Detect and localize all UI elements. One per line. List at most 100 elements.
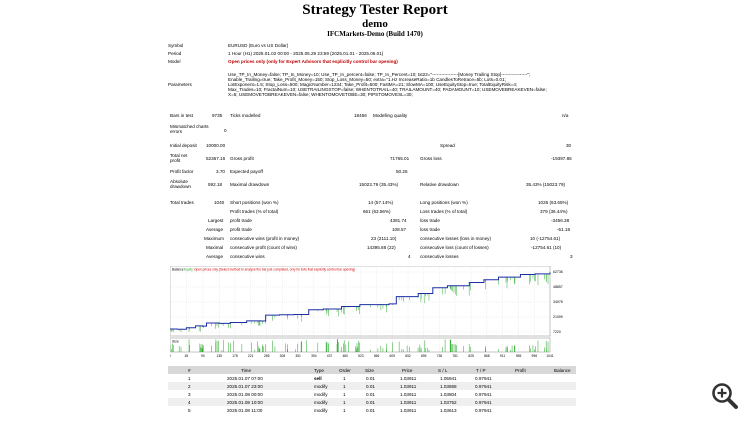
x-tick-label: 998	[532, 354, 538, 358]
table-cell: 0.97941	[475, 375, 492, 381]
x-tick-label: 911	[500, 354, 505, 358]
avg-wins-label: consecutive wins	[230, 254, 265, 259]
parameters-row: Parameters Use_TP_In_Money=false; TP_In_…	[168, 68, 576, 104]
x-tick-label: 868	[484, 354, 490, 358]
table-cell: 0.01	[366, 407, 375, 413]
gross-loss-value: -19397.86	[551, 156, 572, 161]
deposit-label: Initial deposit	[170, 143, 197, 148]
ticks-value: 18466	[354, 113, 367, 118]
max-wins-label: consecutive wins (profit in money)	[230, 236, 300, 241]
maxl-loss-value: -12754.61 (10)	[531, 245, 562, 250]
loss-trades-value: 379 (36.44%)	[540, 209, 568, 214]
parameters-line: X=5; USEMOVETOBREAKEVEN=false; WHENTOMOV…	[228, 92, 413, 98]
expected-payoff-value: 50.25	[396, 169, 408, 174]
expected-payoff-label: Expected payoff	[230, 169, 263, 174]
avg-losses-label: consecutive losses	[420, 254, 459, 259]
largest-loss-value: -3456.38	[551, 218, 570, 223]
legend-model: Open prices only (Select method to analy…	[194, 268, 355, 272]
y-tick-label: 21099	[553, 315, 563, 319]
legend-balance: Balance	[172, 268, 184, 272]
broker-name: IFCMarkets-Demo (Build 1470)	[327, 30, 423, 38]
x-tick-label: 351	[295, 354, 301, 358]
drawdown-row: Absolute drawdown 592.18 Maximal drawdow…	[168, 179, 576, 191]
max-dd-value: 15023.79 (35.43%)	[359, 182, 399, 187]
table-cell: 2025.01.07 07:00	[227, 375, 263, 381]
table-row: 3 2025.01.08 00:00 modify 1 0.01 1.03911 1.038…	[168, 390, 576, 398]
table-cell: 1.03911	[400, 407, 417, 413]
table-row: 5 2025.01.08 11:00 modify 1 0.01 1.03911 1.036…	[168, 406, 576, 414]
x-tick-label: 781	[452, 354, 458, 358]
total-trades-label: Total trades	[170, 200, 194, 205]
table-cell: 3	[188, 391, 191, 397]
table-cell: modify	[314, 383, 328, 389]
maxl-profit-value: 14395.88 (22)	[367, 245, 396, 250]
table-cell: 5	[188, 407, 191, 413]
table-cell: 1.03911	[400, 375, 417, 381]
x-tick-label: 0	[170, 354, 171, 358]
header-cell: Balance	[554, 367, 571, 373]
x-tick-label: 437	[327, 354, 333, 358]
quality-value: n/a	[562, 113, 569, 118]
x-tick-label: 566	[374, 354, 380, 358]
maximum-label: Maximum	[204, 236, 224, 241]
largest-label: Largest	[208, 218, 224, 223]
x-tick-label: 1041	[546, 354, 554, 358]
rel-dd-label: Relative drawdown	[420, 182, 459, 187]
average2-label: Average	[206, 254, 224, 259]
x-tick-label: 45	[185, 354, 189, 358]
deposit-value: 10000.00	[206, 143, 226, 148]
table-cell: 1	[343, 375, 346, 381]
profit-trades-row: Profit trades (% of total) 661 (63.56%) …	[168, 209, 576, 215]
balance-chart: 62736 48857 34978 21099 7220 0 45 90 135 178 221 2…	[170, 266, 563, 358]
table-cell: 1	[343, 407, 346, 413]
max-losses-label: consecutive losses (loss in money)	[420, 236, 491, 241]
avg-profit-value: 108.57	[392, 227, 407, 232]
table-cell: 0.97941	[475, 407, 492, 413]
x-tick-label: 825	[468, 354, 474, 358]
legend-equity: Equity	[184, 268, 193, 272]
max-wins-value: 23 (2111.10)	[371, 236, 397, 241]
table-cell: 1.03911	[400, 399, 417, 405]
short-label: Short positions (won %)	[230, 200, 279, 205]
gross-profit-value: 71765.01	[390, 156, 410, 161]
avg-losses-value: 3	[570, 254, 573, 259]
short-value: 14 (57.14%)	[368, 200, 394, 205]
profit-trades-value: 661 (63.56%)	[363, 209, 391, 214]
maximal-row: Maximal consecutive profit (count of win…	[168, 245, 576, 251]
table-cell: 2025.01.08 00:00	[227, 391, 263, 397]
header-cell: Order	[339, 367, 351, 373]
table-cell: 2	[188, 383, 191, 389]
net-profit-row: Total net profit 52367.16 Gross profit 7…	[168, 153, 576, 165]
table-cell: sell	[314, 375, 322, 381]
table-cell: 2025.01.07 23:00	[227, 383, 263, 389]
x-tick-label: 652	[405, 354, 411, 358]
setting-label: Period	[168, 51, 182, 57]
setting-label: Model	[168, 59, 181, 65]
size-area	[170, 337, 551, 353]
total-trades-value: 1040	[214, 200, 225, 205]
trades-table: # Time Type Order Size Price S / L T / P…	[168, 366, 576, 414]
largest-profit-label: profit trade	[230, 218, 252, 223]
table-cell: 0.97941	[475, 391, 492, 397]
results-section: Bars in test 9735 Ticks modelled 18466 M…	[168, 113, 576, 263]
report-title: Strategy Tester Report	[302, 2, 448, 18]
header-cell: Price	[402, 367, 413, 373]
table-row: 1 2025.01.07 07:00 sell 1 0.01 1.03911 1.05941…	[168, 374, 576, 382]
mismatch-row: Mismatched charts errors 0	[168, 124, 576, 136]
table-cell: 1.03911	[400, 383, 417, 389]
table-cell: 2025.01.08 10:00	[227, 399, 263, 405]
total-trades-row: Total trades 1040 Short positions (won %…	[168, 200, 576, 206]
mismatch-value: 0	[224, 128, 227, 133]
x-tick-label: 265	[264, 354, 270, 358]
header-cell: Time	[241, 367, 252, 373]
maxl-loss-label: consecutive loss (count of losses)	[420, 245, 489, 250]
zoom-in-icon[interactable]	[710, 381, 740, 411]
bars-value: 9735	[212, 113, 223, 118]
plot-area	[170, 266, 551, 337]
x-tick-labels: 0 45 90 135 178 221 265 308 351 394 437 480 523 566 60…	[170, 354, 554, 358]
setting-label: Symbol	[168, 43, 184, 48]
setting-value: EURUSD (Euro vs US Dollar)	[228, 43, 289, 48]
x-tick-label: 221	[248, 354, 254, 358]
net-profit-label: Total net profit	[170, 153, 188, 163]
table-cell: 1	[343, 391, 346, 397]
